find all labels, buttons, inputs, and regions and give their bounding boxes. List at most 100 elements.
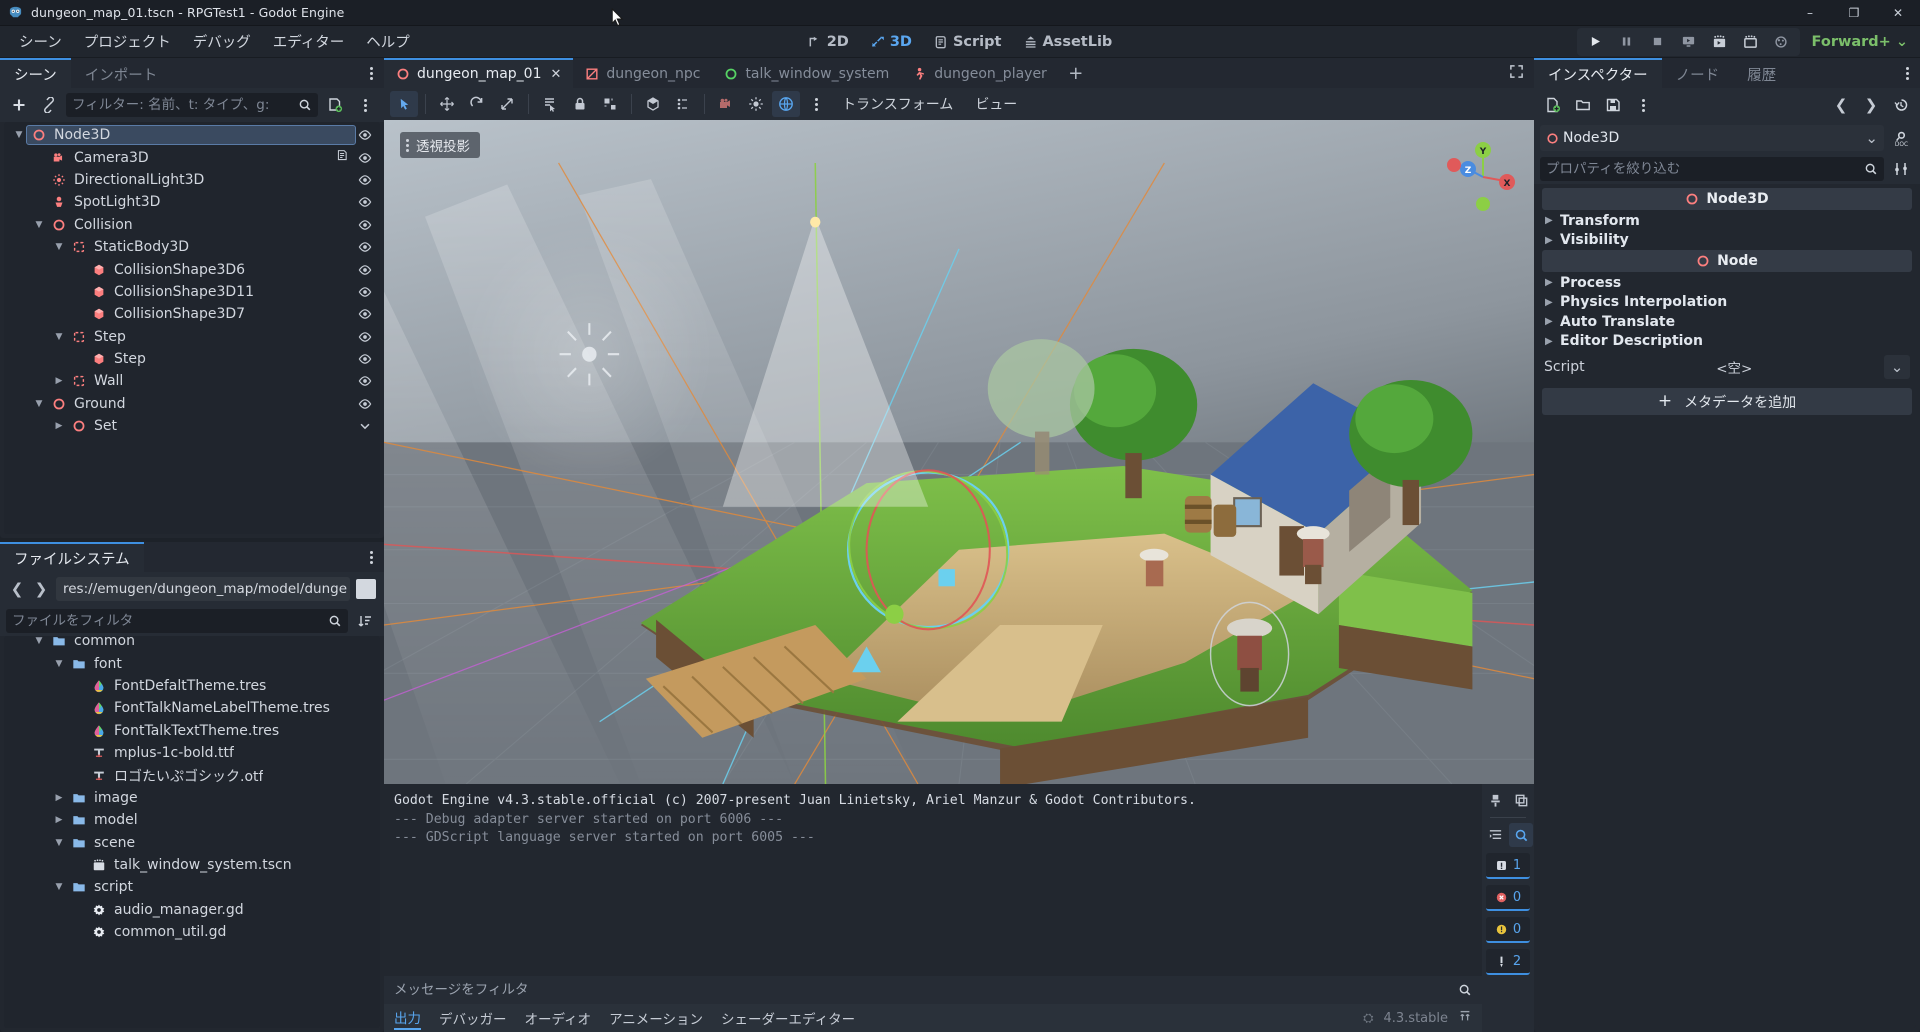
inspector-dock-menu-icon[interactable]	[1894, 58, 1920, 88]
inspector-property-group[interactable]: ▶ Transform	[1542, 211, 1912, 231]
tab-2d[interactable]: 2D	[798, 31, 859, 53]
inspector-property-group[interactable]: ▶ Physics Interpolation	[1542, 293, 1912, 313]
tab-3d[interactable]: 3D	[861, 31, 922, 53]
rotate-mode-button[interactable]	[463, 91, 491, 117]
visibility-toggle-icon[interactable]	[356, 307, 374, 321]
tree-row[interactable]: ▼ Node3D	[4, 124, 380, 146]
new-resource-button[interactable]	[1540, 92, 1566, 118]
history-next-button[interactable]: ❯	[1858, 92, 1884, 118]
minimize-button[interactable]: –	[1788, 0, 1832, 26]
tree-row[interactable]: audio_manager.gd	[4, 899, 380, 921]
menu-project[interactable]: プロジェクト	[73, 27, 182, 56]
tree-row[interactable]: ▶ model	[4, 809, 380, 831]
scale-mode-button[interactable]	[493, 91, 521, 117]
tree-row[interactable]: ▼ Ground	[4, 393, 380, 415]
chevron-down-icon[interactable]: ▼	[52, 332, 66, 342]
preview-environment-button[interactable]	[772, 91, 800, 117]
bottom-tab[interactable]: オーディオ	[525, 1008, 592, 1028]
attach-script-button[interactable]	[322, 92, 348, 118]
chevron-down-icon[interactable]: ▼	[32, 399, 46, 409]
chevron-down-icon[interactable]: ▼	[32, 636, 46, 646]
axis-gizmo[interactable]: Y X Z	[1446, 130, 1520, 212]
tree-row[interactable]: ▶ image	[4, 787, 380, 809]
bottom-tab[interactable]: シェーダーエディター	[721, 1008, 855, 1028]
scene-tree-menu-button[interactable]	[352, 92, 378, 118]
open-resource-button[interactable]	[1570, 92, 1596, 118]
tree-row[interactable]: ▼ common	[4, 636, 380, 652]
dock-tab-history[interactable]: 履歴	[1733, 58, 1791, 88]
open-docs-button[interactable]: DOC	[1888, 125, 1914, 151]
visibility-toggle-icon[interactable]	[356, 352, 374, 366]
camera-preview-button[interactable]	[712, 91, 740, 117]
local-space-button[interactable]	[639, 91, 667, 117]
tab-assetlib[interactable]: AssetLib	[1013, 31, 1122, 53]
inspector-menu-button[interactable]	[1630, 92, 1656, 118]
tree-row[interactable]: ロゴたいぷゴシック.otf	[4, 764, 380, 786]
scene-filter-input[interactable]	[66, 93, 318, 117]
history-button[interactable]	[1888, 92, 1914, 118]
chevron-down-icon[interactable]: ▼	[52, 242, 66, 252]
nav-forward-icon[interactable]: ❯	[32, 580, 50, 598]
collapse-icon[interactable]	[356, 419, 374, 433]
inspector-properties[interactable]: Node3D ▶ Transform ▶ Visibility Node ▶ Process ▶…	[1538, 184, 1916, 1028]
message-count[interactable]: 1	[1486, 853, 1530, 879]
inspector-property-group[interactable]: ▶ Auto Translate	[1542, 312, 1912, 332]
menu-scene[interactable]: シーン	[8, 27, 73, 56]
tree-row[interactable]: Step	[4, 348, 380, 370]
tree-row[interactable]: ▼ font	[4, 652, 380, 674]
current-path[interactable]: res://emugen/dungeon_map/model/dunge	[56, 577, 350, 601]
tree-row[interactable]: ▼ Collision	[4, 214, 380, 236]
close-button[interactable]: ✕	[1876, 0, 1920, 26]
move-mode-button[interactable]	[433, 91, 461, 117]
clear-output-button[interactable]	[1483, 788, 1507, 812]
tree-row[interactable]: ▶ Wall	[4, 370, 380, 392]
bottom-tab[interactable]: デバッガー	[439, 1008, 507, 1028]
menu-help[interactable]: ヘルプ	[355, 27, 421, 56]
visibility-toggle-icon[interactable]	[356, 263, 374, 277]
scene-tree[interactable]: ▼ Node3D Camera3D DirectionalLight3D SpotLig…	[4, 122, 380, 534]
chevron-right-icon[interactable]: ▶	[52, 376, 66, 386]
tree-row[interactable]: ▼ Step	[4, 326, 380, 348]
script-dropdown-button[interactable]: ⌄	[1884, 355, 1910, 379]
script-icon[interactable]	[336, 149, 349, 166]
dock-tab-filesystem[interactable]: ファイルシステム	[0, 542, 144, 572]
history-prev-button[interactable]: ❮	[1828, 92, 1854, 118]
inspector-property-group[interactable]: ▶ Editor Description	[1542, 332, 1912, 352]
dock-tab-node[interactable]: ノード	[1661, 58, 1734, 88]
chevron-right-icon[interactable]: ▶	[52, 421, 66, 431]
transform-menu[interactable]: トランスフォーム	[832, 94, 963, 114]
tree-row[interactable]: Camera3D	[4, 146, 380, 168]
sort-files-button[interactable]	[352, 608, 378, 634]
tree-row[interactable]: mplus-1c-bold.ttf	[4, 742, 380, 764]
scene-filter-field[interactable]	[72, 97, 294, 113]
visibility-toggle-icon[interactable]	[356, 128, 374, 142]
menu-debug[interactable]: デバッグ	[182, 27, 262, 56]
tree-row[interactable]: ▼ StaticBody3D	[4, 236, 380, 258]
chevron-right-icon[interactable]: ▶	[1545, 277, 1555, 288]
scene-tab[interactable]: dungeon_map_01 ✕	[384, 58, 574, 88]
tree-row[interactable]: SpotLight3D	[4, 191, 380, 213]
tree-row[interactable]: ▼ scene	[4, 832, 380, 854]
bottom-tab[interactable]: 出力	[394, 1007, 421, 1030]
dock-tab-import[interactable]: インポート	[70, 58, 172, 88]
add-metadata-button[interactable]: + メタデータを追加	[1542, 388, 1912, 415]
view-menu[interactable]: ビュー	[965, 94, 1027, 114]
output-filter-input[interactable]	[394, 982, 1452, 998]
list-select-button[interactable]	[536, 91, 564, 117]
visibility-toggle-icon[interactable]	[356, 285, 374, 299]
render-settings-button[interactable]	[1767, 30, 1796, 54]
error-count[interactable]: 0	[1486, 885, 1530, 911]
play-button[interactable]	[1581, 30, 1610, 54]
chevron-right-icon[interactable]: ▶	[1545, 316, 1555, 327]
chevron-right-icon[interactable]: ▶	[1545, 235, 1555, 246]
add-node-button[interactable]	[6, 92, 32, 118]
visibility-toggle-icon[interactable]	[356, 173, 374, 187]
inspector-settings-button[interactable]	[1888, 156, 1914, 182]
collapse-output-button[interactable]	[1483, 823, 1507, 847]
fs-dock-menu-icon[interactable]	[358, 542, 384, 572]
pause-button[interactable]	[1612, 30, 1641, 54]
visibility-toggle-icon[interactable]	[356, 330, 374, 344]
inspector-property-group[interactable]: ▶ Process	[1542, 273, 1912, 293]
expand-bottom-panel-icon[interactable]	[1458, 1009, 1472, 1027]
chevron-down-icon[interactable]: ▼	[52, 659, 66, 669]
